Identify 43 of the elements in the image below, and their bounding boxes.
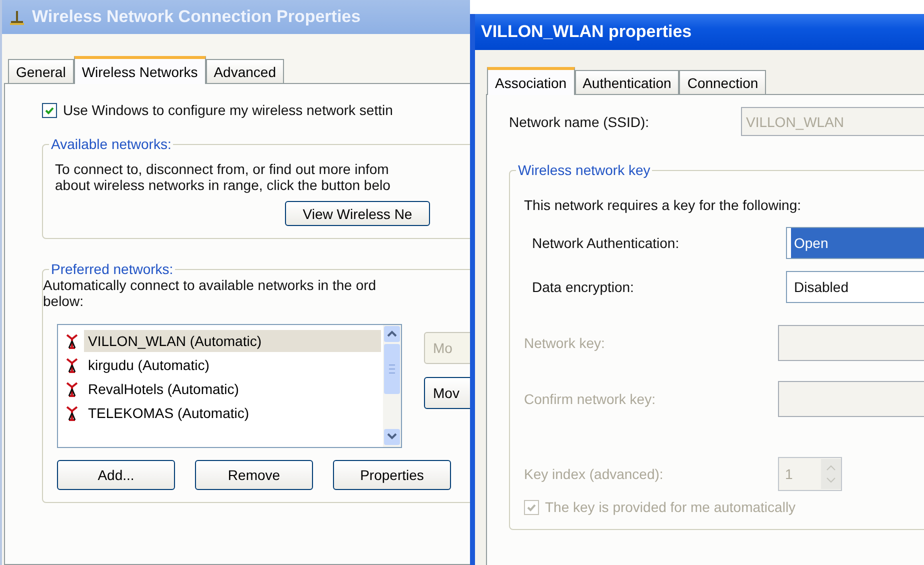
checkbox[interactable]: [42, 102, 57, 118]
tab[interactable]: Wireless Networks: [74, 56, 206, 84]
tab[interactable]: Association: [487, 67, 575, 95]
field-label: Key index (advanced):: [524, 466, 664, 482]
group-legend: Wireless network key: [516, 162, 652, 178]
checkbox-label: The key is provided for me automatically: [545, 499, 796, 515]
group-legend: Available networks:: [49, 136, 174, 152]
window-title: Wireless Network Connection Properties: [32, 7, 361, 27]
view-networks-button[interactable]: View Wireless Ne: [285, 201, 430, 226]
antenna-icon: [66, 381, 78, 397]
checkbox-label: Use Windows to configure my wireless network settin: [63, 102, 393, 118]
dialog-button[interactable]: Properties: [333, 460, 451, 490]
tab[interactable]: Authentication: [574, 70, 680, 94]
dropdown[interactable]: Open: [786, 227, 924, 259]
window-title: VILLON_WLAN properties: [481, 22, 692, 42]
network-item[interactable]: TELEKOMAS (Automatic): [60, 401, 381, 425]
description-text: about wireless networks in range, click the button belo: [55, 177, 392, 193]
field-label: Network Authentication:: [532, 235, 680, 251]
scrollbar[interactable]: [383, 325, 401, 447]
field-label: Data encryption:: [532, 279, 635, 295]
dropdown[interactable]: Disabled: [786, 271, 924, 303]
dialog-button[interactable]: Remove: [195, 460, 313, 490]
description-text: To connect to, disconnect from, or find out more infom: [55, 161, 390, 177]
tab[interactable]: Connection: [679, 70, 766, 94]
field-label: Network name (SSID):: [509, 114, 650, 130]
tab[interactable]: General: [8, 59, 74, 83]
check-icon: [44, 104, 55, 116]
network-item[interactable]: RevalHotels (Automatic): [60, 377, 381, 401]
antenna-icon: [66, 357, 78, 373]
antenna-icon: [66, 333, 78, 349]
network-item[interactable]: kirgudu (Automatic): [60, 353, 381, 377]
tab[interactable]: Advanced: [206, 59, 284, 83]
field-label: Network key:: [524, 335, 606, 351]
antenna-icon: [66, 405, 78, 421]
intro-text: This network requires a key for the following:: [524, 197, 802, 213]
move-button[interactable]: Mov: [424, 377, 470, 409]
description-text: Automatically connect to available networks in the ord: [43, 277, 378, 293]
dialog-button[interactable]: Add...: [57, 460, 175, 490]
description-text: below:: [43, 293, 84, 309]
check-icon: [526, 502, 537, 512]
field-label: Confirm network key:: [524, 391, 656, 407]
group-legend: Preferred networks:: [49, 261, 176, 277]
network-icon: [8, 9, 26, 25]
